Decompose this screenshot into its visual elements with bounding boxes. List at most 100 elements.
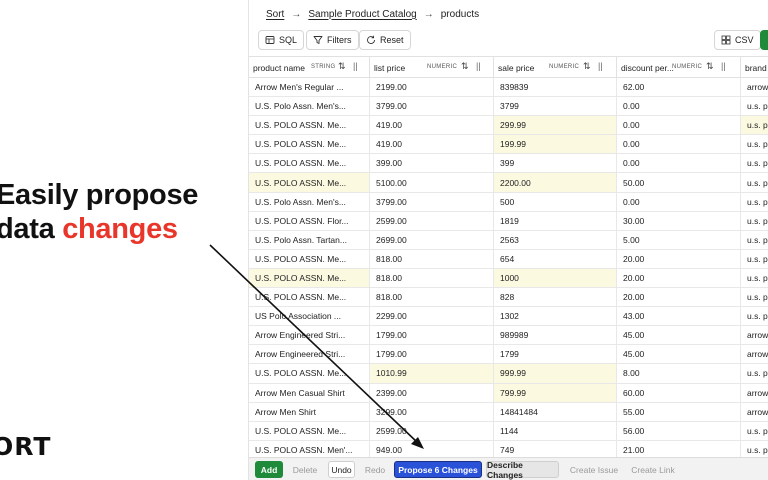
table-cell[interactable]: 839839 <box>494 78 617 97</box>
table-cell[interactable]: u.s. p <box>741 231 768 249</box>
table-cell[interactable]: arrow <box>741 78 768 96</box>
table-cell[interactable]: Arrow Men's Regular ... <box>249 78 370 97</box>
table-cell[interactable]: 299.99 <box>494 116 617 135</box>
table-cell[interactable]: 1799 <box>494 345 617 364</box>
sort-icon[interactable]: ⇅ <box>706 61 714 72</box>
sort-icon[interactable]: ⇅ <box>583 61 591 72</box>
table-cell[interactable]: 2599.00 <box>370 421 494 440</box>
reset-button[interactable]: Reset <box>359 30 411 50</box>
table-cell[interactable]: u.s. p <box>741 212 768 230</box>
table-cell[interactable]: 45.00 <box>617 345 741 364</box>
table-cell[interactable]: 50.00 <box>617 173 741 192</box>
table-cell[interactable]: 1302 <box>494 307 617 326</box>
table-cell[interactable]: 0.00 <box>617 135 741 154</box>
table-cell[interactable]: U.S. Polo Assn. Men's... <box>249 97 370 116</box>
table-cell[interactable]: 2399.00 <box>370 383 494 402</box>
table-cell[interactable]: 2599.00 <box>370 211 494 230</box>
table-row[interactable]: Arrow Men's Regular ... 2199.00 839839 62.0… <box>249 78 768 98</box>
column-grip-icon[interactable]: || <box>476 61 481 71</box>
table-cell[interactable]: Arrow Engineered Stri... <box>249 345 370 364</box>
table-cell[interactable]: 828 <box>494 288 617 307</box>
column-header[interactable]: list price NUMERIC ⇅ || <box>370 57 494 78</box>
table-cell[interactable]: 2563 <box>494 230 617 249</box>
table-cell[interactable]: 3299.00 <box>370 402 494 421</box>
redo-button[interactable]: Redo <box>362 461 388 478</box>
table-cell[interactable]: arrow <box>741 345 768 363</box>
table-row[interactable]: U.S. POLO ASSN. Flor... 2599.00 1819 30.00 u… <box>249 211 768 231</box>
table-cell[interactable]: 62.00 <box>617 78 741 97</box>
add-button[interactable]: Add <box>255 461 283 478</box>
table-cell[interactable]: 1819 <box>494 211 617 230</box>
table-cell[interactable]: U.S. POLO ASSN. Me... <box>249 154 370 173</box>
table-cell[interactable]: 2699.00 <box>370 230 494 249</box>
table-cell[interactable]: U.S. POLO ASSN. Flor... <box>249 211 370 230</box>
table-cell[interactable]: 818.00 <box>370 288 494 307</box>
table-cell[interactable]: 0.00 <box>617 97 741 116</box>
table-cell[interactable]: Arrow Engineered Stri... <box>249 326 370 345</box>
sort-icon[interactable]: ⇅ <box>338 61 346 72</box>
table-row[interactable]: U.S. POLO ASSN. Me... 2599.00 1144 56.00 u.s… <box>249 421 768 441</box>
table-cell[interactable]: 199.99 <box>494 135 617 154</box>
delete-button[interactable]: Delete <box>289 461 321 478</box>
table-cell[interactable]: 30.00 <box>617 211 741 230</box>
table-cell[interactable]: 2200.00 <box>494 173 617 192</box>
table-cell[interactable]: 55.00 <box>617 402 741 421</box>
create-link-button[interactable]: Create Link <box>628 461 678 478</box>
breadcrumb-root[interactable]: Sort <box>266 9 284 20</box>
table-cell[interactable]: 56.00 <box>617 421 741 440</box>
column-header[interactable]: brand <box>741 57 768 78</box>
table-cell[interactable]: 20.00 <box>617 288 741 307</box>
table-cell[interactable]: 3799.00 <box>370 97 494 116</box>
table-cell[interactable]: U.S. Polo Assn. Men's... <box>249 192 370 211</box>
table-cell[interactable]: 45.00 <box>617 326 741 345</box>
table-cell[interactable]: 989989 <box>494 326 617 345</box>
table-row[interactable]: U.S. Polo Assn. Men's... 3799.00 3799 0.00 u… <box>249 97 768 117</box>
table-cell[interactable]: u.s. p <box>741 154 768 172</box>
table-cell[interactable]: 999.99 <box>494 364 617 383</box>
table-row[interactable]: Arrow Engineered Stri... 1799.00 1799 45.00… <box>249 345 768 365</box>
table-cell[interactable]: 818.00 <box>370 249 494 268</box>
table-row[interactable]: U.S. POLO ASSN. Me... 818.00 1000 20.00 u.s.… <box>249 268 768 289</box>
table-cell[interactable]: U.S. POLO ASSN. Me... <box>249 268 370 288</box>
column-header[interactable]: product name STRING ⇅ || <box>249 57 370 78</box>
table-cell[interactable]: 20.00 <box>617 268 741 288</box>
table-cell[interactable]: u.s. p <box>741 422 768 440</box>
table-cell[interactable]: arrow <box>741 384 768 402</box>
table-cell[interactable]: u.s. p <box>741 269 768 287</box>
table-cell[interactable]: U.S. POLO ASSN. Me... <box>249 116 370 135</box>
table-cell[interactable]: 0.00 <box>617 116 741 135</box>
table-row[interactable]: Arrow Men Casual Shirt 2399.00 799.99 60.00… <box>249 383 768 403</box>
table-cell[interactable]: Arrow Men Casual Shirt <box>249 383 370 402</box>
table-cell[interactable]: Arrow Men Shirt <box>249 402 370 421</box>
table-row[interactable]: U.S. POLO ASSN. Me... 5100.00 2200.00 50.00… <box>249 173 768 193</box>
table-cell[interactable]: U.S. Polo Assn. Tartan... <box>249 230 370 249</box>
table-cell[interactable]: U.S. POLO ASSN. Me... <box>249 421 370 440</box>
table-cell[interactable]: 2199.00 <box>370 78 494 97</box>
table-cell[interactable]: U.S. POLO ASSN. Me... <box>249 364 370 383</box>
table-cell[interactable]: U.S. POLO ASSN. Me... <box>249 135 370 154</box>
column-grip-icon[interactable]: || <box>721 61 726 71</box>
table-cell[interactable]: 0.00 <box>617 154 741 173</box>
table-cell[interactable]: 8.00 <box>617 364 741 383</box>
table-cell[interactable]: u.s. p <box>741 288 768 306</box>
sql-button[interactable]: SQL <box>258 30 305 50</box>
table-cell[interactable]: u.s. p <box>741 250 768 268</box>
undo-button[interactable]: Undo <box>328 461 355 478</box>
table-cell[interactable]: 60.00 <box>617 383 741 402</box>
table-cell[interactable]: 5100.00 <box>370 173 494 192</box>
table-cell[interactable]: 1000 <box>494 268 617 288</box>
table-row[interactable]: U.S. Polo Assn. Tartan... 2699.00 2563 5.00… <box>249 230 768 250</box>
table-cell[interactable]: 799.99 <box>494 383 617 402</box>
table-cell[interactable]: US Polo Association ... <box>249 307 370 326</box>
table-cell[interactable]: 500 <box>494 192 617 211</box>
column-grip-icon[interactable]: || <box>598 61 603 71</box>
table-cell[interactable]: U.S. POLO ASSN. Me... <box>249 288 370 307</box>
propose-changes-button[interactable]: Propose 6 Changes <box>394 461 482 478</box>
table-cell[interactable]: u.s. p <box>741 97 768 115</box>
table-row[interactable]: U.S. POLO ASSN. Me... 419.00 299.99 0.00 u.s… <box>249 116 768 136</box>
table-cell[interactable]: 43.00 <box>617 307 741 326</box>
table-cell[interactable]: 1010.99 <box>370 364 494 383</box>
table-cell[interactable]: 1799.00 <box>370 345 494 364</box>
table-row[interactable]: U.S. POLO ASSN. Me... 399.00 399 0.00 u.s. p <box>249 154 768 174</box>
table-cell[interactable]: 0.00 <box>617 192 741 211</box>
